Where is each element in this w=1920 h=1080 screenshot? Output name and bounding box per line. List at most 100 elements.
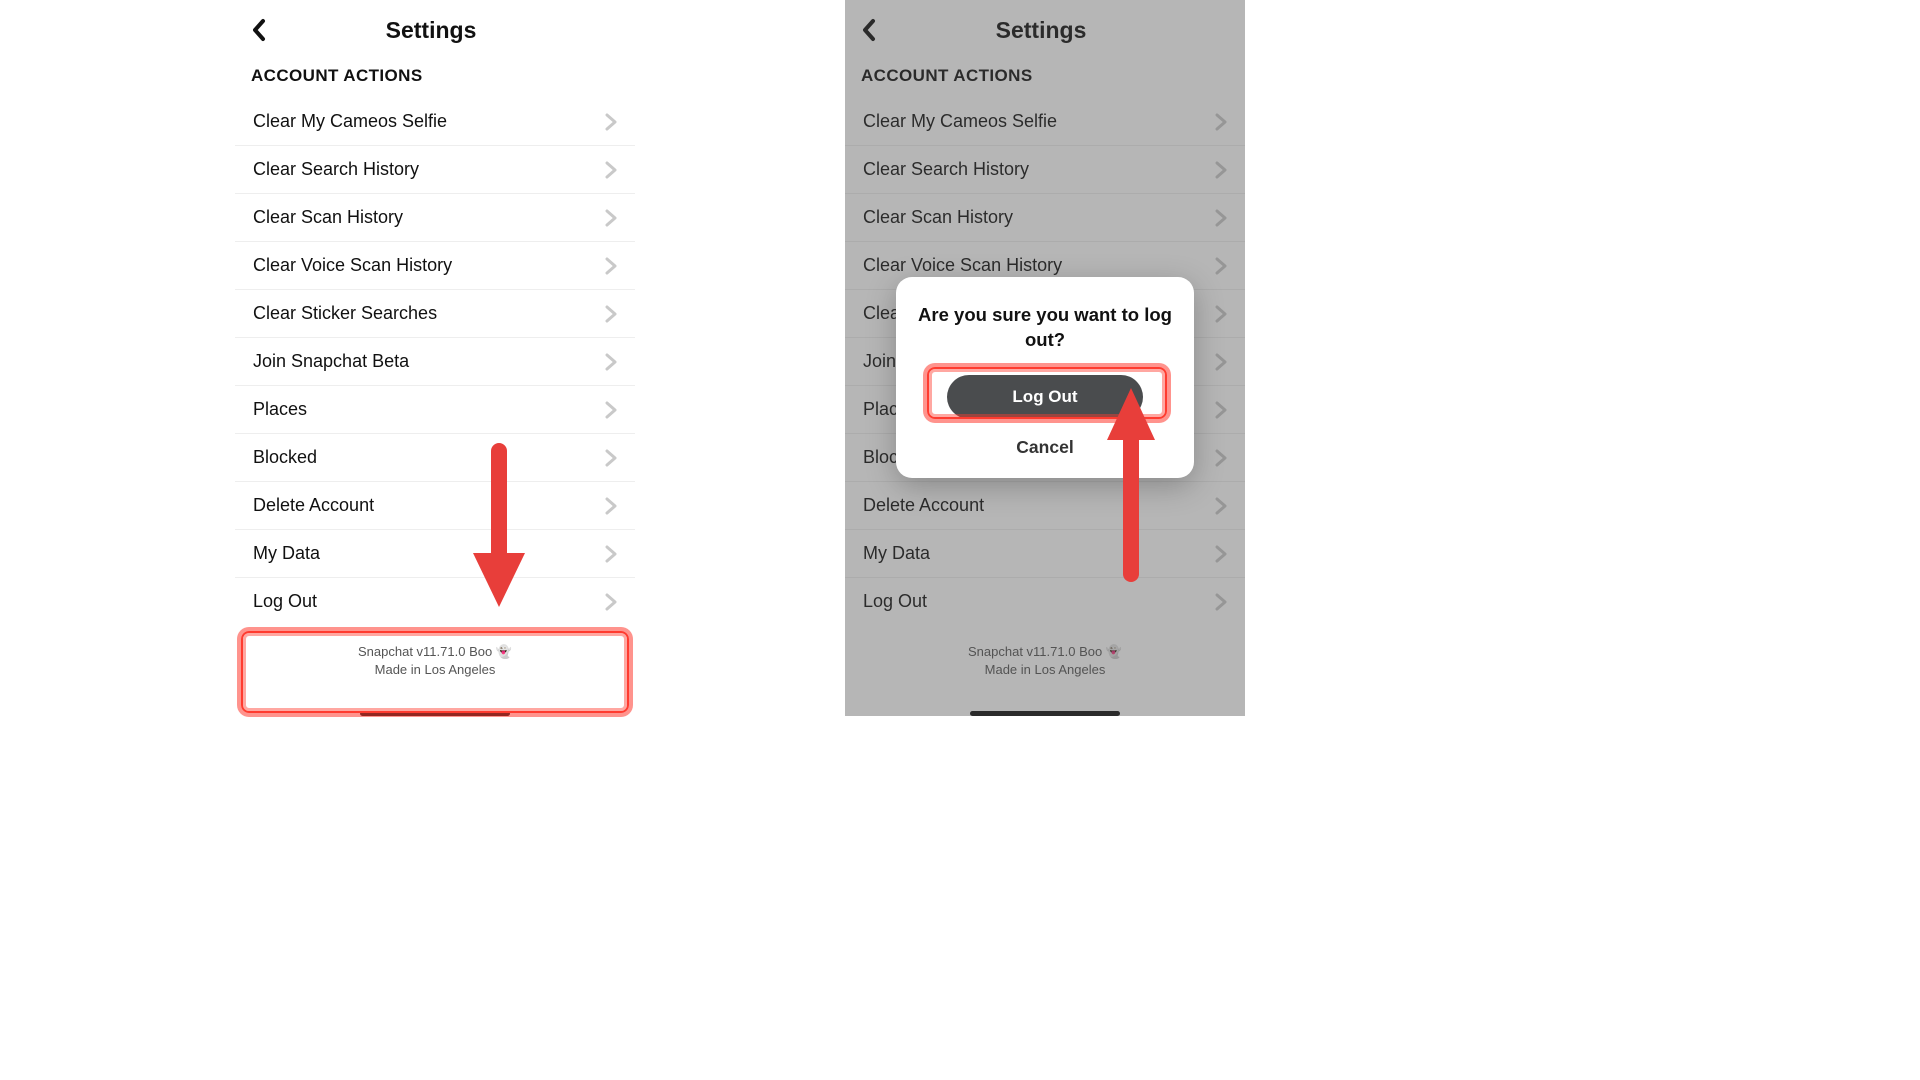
chevron-right-icon (1215, 449, 1227, 467)
chevron-right-icon (1215, 401, 1227, 419)
chevron-right-icon (605, 161, 617, 179)
row-clear-sticker-searches[interactable]: Clear Sticker Searches (235, 290, 635, 338)
chevron-right-icon (605, 401, 617, 419)
header: Settings (845, 0, 1245, 60)
row-log-out[interactable]: Log Out (845, 578, 1245, 625)
header: Settings (235, 0, 635, 60)
chevron-right-icon (1215, 305, 1227, 323)
chevron-right-icon (605, 161, 617, 179)
section-header: ACCOUNT ACTIONS (235, 60, 635, 92)
chevron-right-icon (605, 497, 617, 515)
chevron-right-icon (1215, 161, 1227, 179)
row-label: Clear Voice Scan History (863, 255, 1062, 276)
chevron-right-icon (1215, 593, 1227, 611)
chevron-right-icon (1215, 353, 1227, 371)
modal-title: Are you sure you want to log out? (912, 303, 1178, 353)
row-label: Clear Voice Scan History (253, 255, 452, 276)
footer-version: Snapchat v11.71.0 Boo 👻 (845, 643, 1245, 661)
row-join-snapchat-beta[interactable]: Join Snapchat Beta (235, 338, 635, 386)
settings-screen-step2: Settings ACCOUNT ACTIONS Clear My Cameos… (845, 0, 1245, 716)
row-label: Log Out (253, 591, 317, 612)
chevron-right-icon (605, 305, 617, 323)
chevron-right-icon (605, 449, 617, 467)
row-label: Delete Account (253, 495, 374, 516)
chevron-right-icon (1215, 545, 1227, 563)
row-blocked[interactable]: Blocked (235, 434, 635, 482)
chevron-right-icon (1215, 449, 1227, 467)
footer-location: Made in Los Angeles (845, 661, 1245, 679)
row-label: Clear My Cameos Selfie (863, 111, 1057, 132)
chevron-right-icon (1215, 545, 1227, 563)
settings-screen-step1: Settings ACCOUNT ACTIONS Clear My Cameos… (235, 0, 635, 716)
row-label: My Data (253, 543, 320, 564)
chevron-right-icon (605, 449, 617, 467)
chevron-right-icon (605, 209, 617, 227)
chevron-right-icon (605, 497, 617, 515)
row-label: My Data (863, 543, 930, 564)
logout-cancel-button[interactable]: Cancel (912, 431, 1178, 460)
row-clear-scan-history[interactable]: Clear Scan History (845, 194, 1245, 242)
chevron-right-icon (605, 113, 617, 131)
footer: Snapchat v11.71.0 Boo 👻 Made in Los Ange… (845, 625, 1245, 687)
row-clear-search-history[interactable]: Clear Search History (845, 146, 1245, 194)
logout-confirm-button[interactable]: Log Out (947, 375, 1143, 419)
chevron-right-icon (1215, 353, 1227, 371)
chevron-right-icon (1215, 497, 1227, 515)
row-clear-my-cameos-selfie[interactable]: Clear My Cameos Selfie (235, 98, 635, 146)
row-label: Log Out (863, 591, 927, 612)
chevron-right-icon (1215, 209, 1227, 227)
row-places[interactable]: Places (235, 386, 635, 434)
chevron-right-icon (1215, 497, 1227, 515)
chevron-right-icon (1215, 593, 1227, 611)
row-label: Clear My Cameos Selfie (253, 111, 447, 132)
chevron-right-icon (605, 593, 617, 611)
row-my-data[interactable]: My Data (235, 530, 635, 578)
chevron-right-icon (1215, 257, 1227, 275)
row-clear-voice-scan-history[interactable]: Clear Voice Scan History (235, 242, 635, 290)
chevron-right-icon (1215, 305, 1227, 323)
footer-version: Snapchat v11.71.0 Boo 👻 (235, 643, 635, 661)
chevron-right-icon (605, 593, 617, 611)
row-label: Join Snapchat Beta (253, 351, 409, 372)
row-label: Delete Account (863, 495, 984, 516)
section-header: ACCOUNT ACTIONS (845, 60, 1245, 92)
chevron-right-icon (605, 257, 617, 275)
row-delete-account[interactable]: Delete Account (845, 482, 1245, 530)
row-clear-scan-history[interactable]: Clear Scan History (235, 194, 635, 242)
footer: Snapchat v11.71.0 Boo 👻 Made in Los Ange… (235, 625, 635, 687)
row-label: Clear Search History (253, 159, 419, 180)
row-label: Clear Search History (863, 159, 1029, 180)
chevron-right-icon (1215, 113, 1227, 131)
chevron-right-icon (605, 545, 617, 563)
chevron-right-icon (605, 353, 617, 371)
row-label: Places (253, 399, 307, 420)
chevron-right-icon (1215, 161, 1227, 179)
home-indicator (360, 711, 510, 716)
chevron-right-icon (605, 113, 617, 131)
page-title: Settings (851, 17, 1231, 44)
row-label: Clear Sticker Searches (253, 303, 437, 324)
chevron-right-icon (1215, 209, 1227, 227)
chevron-right-icon (605, 401, 617, 419)
logout-modal: Are you sure you want to log out? Log Ou… (896, 277, 1194, 478)
row-my-data[interactable]: My Data (845, 530, 1245, 578)
row-label: Clear Scan History (253, 207, 403, 228)
chevron-right-icon (605, 209, 617, 227)
row-log-out[interactable]: Log Out (235, 578, 635, 625)
account-actions-list: Clear My Cameos Selfie Clear Search Histo… (235, 98, 635, 625)
chevron-right-icon (1215, 401, 1227, 419)
home-indicator (970, 711, 1120, 716)
chevron-right-icon (605, 305, 617, 323)
chevron-right-icon (605, 545, 617, 563)
chevron-right-icon (1215, 113, 1227, 131)
footer-location: Made in Los Angeles (235, 661, 635, 679)
chevron-right-icon (605, 257, 617, 275)
chevron-right-icon (605, 353, 617, 371)
row-label: Clear Scan History (863, 207, 1013, 228)
row-label: Blocked (253, 447, 317, 468)
page-title: Settings (241, 17, 621, 44)
row-clear-my-cameos-selfie[interactable]: Clear My Cameos Selfie (845, 98, 1245, 146)
row-clear-search-history[interactable]: Clear Search History (235, 146, 635, 194)
row-delete-account[interactable]: Delete Account (235, 482, 635, 530)
chevron-right-icon (1215, 257, 1227, 275)
